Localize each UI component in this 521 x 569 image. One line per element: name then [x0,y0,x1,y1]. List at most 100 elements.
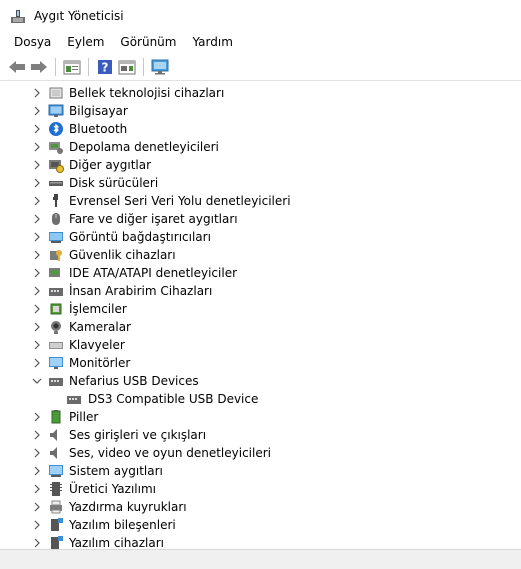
tree-item-label: Nefarius USB Devices [69,374,199,388]
toolbar-separator [88,57,89,76]
tree-item[interactable]: Klavyeler [6,336,515,354]
tree-item[interactable]: Bluetooth [6,120,515,138]
disk-drive-icon [49,181,63,186]
chevron-right-icon[interactable] [32,538,42,548]
menu-dosya[interactable]: Dosya [6,35,59,49]
menu-yardim[interactable]: Yardım [184,35,240,49]
usb-controller-icon [53,194,58,207]
chevron-right-icon[interactable] [32,142,42,152]
tree-item[interactable]: Bilgisayar [6,102,515,120]
tree-item-label: Evrensel Seri Veri Yolu denetleyicileri [69,194,291,208]
scan-hardware-button[interactable] [149,56,171,78]
print-queue-icon [50,500,62,514]
properties-icon [63,60,81,74]
chevron-right-icon[interactable] [32,466,42,476]
chevron-right-icon[interactable] [32,160,42,170]
tree-item-label: Görüntü bağdaştırıcıları [69,230,211,244]
chevron-right-icon[interactable] [32,484,42,494]
keyboard-icon [49,342,63,349]
chevron-right-icon[interactable] [32,304,42,314]
menu-bar: Dosya Eylem Görünüm Yardım [0,31,521,53]
tree-item-label: Disk sürücüleri [69,176,159,190]
tree-item[interactable]: Disk sürücüleri [6,174,515,192]
tree-item[interactable]: Yazılım cihazları [6,534,515,549]
title-bar: Aygıt Yöneticisi [0,0,521,31]
chevron-right-icon[interactable] [32,214,42,224]
back-icon [9,60,25,73]
menu-gorunum[interactable]: Görünüm [112,35,184,49]
tree-item[interactable]: Depolama denetleyicileri [6,138,515,156]
toolbar-separator [55,57,56,76]
processor-icon [50,303,62,315]
chevron-right-icon[interactable] [32,502,42,512]
tree-item[interactable]: Yazdırma kuyrukları [6,498,515,516]
sound-video-icon [50,447,57,459]
tree-child-item[interactable]: DS3 Compatible USB Device [6,390,515,408]
tree-item[interactable]: İşlemciler [6,300,515,318]
tree-item[interactable]: Güvenlik cihazları [6,246,515,264]
tree-item[interactable]: Monitörler [6,354,515,372]
back-button[interactable] [6,56,28,78]
update-driver-button[interactable] [116,56,138,78]
scroll-area [515,81,521,549]
tree-item[interactable]: Ses, video ve oyun denetleyicileri [6,444,515,462]
tree-item[interactable]: Sistem aygıtları [6,462,515,480]
tree-item[interactable]: Nefarius USB Devices [6,372,515,390]
usb-device-category-icon [49,378,63,386]
chevron-right-icon[interactable] [32,412,42,422]
tree-item[interactable]: Kameralar [6,318,515,336]
tree-item-label: Ses, video ve oyun denetleyicileri [69,446,272,460]
chevron-right-icon[interactable] [32,322,42,332]
menu-eylem[interactable]: Eylem [59,35,112,49]
tree-item-label: Ses girişleri ve çıkışları [69,428,207,442]
tree-item[interactable]: Bellek teknolojisi cihazları [6,84,515,102]
tree-item-label: Üretici Yazılımı [69,482,156,496]
tree-item-label: Monitörler [69,356,131,370]
security-device-icon [50,250,62,261]
tree-item[interactable]: Evrensel Seri Veri Yolu denetleyicileri [6,192,515,210]
usb-device-icon [67,396,81,404]
forward-button[interactable] [28,56,50,78]
tree-item-label: Güvenlik cihazları [69,248,176,262]
tree-item[interactable]: Ses girişleri ve çıkışları [6,426,515,444]
tree-item-label: Sistem aygıtları [69,464,163,478]
chevron-right-icon[interactable] [32,340,42,350]
memory-device-icon [49,87,63,99]
chevron-right-icon[interactable] [32,520,42,530]
chevron-right-icon[interactable] [32,268,42,278]
tree-item[interactable]: Piller [6,408,515,426]
tree-item-label: Bellek teknolojisi cihazları [69,86,225,100]
chevron-right-icon[interactable] [32,286,42,296]
chevron-right-icon[interactable] [32,430,42,440]
chevron-right-icon[interactable] [32,232,42,242]
chevron-right-icon[interactable] [32,88,42,98]
tree-item-label: Yazdırma kuyrukları [69,500,187,514]
battery-icon [51,410,61,424]
tree-item[interactable]: Yazılım bileşenleri [6,516,515,534]
tree-item[interactable]: İnsan Arabirim Cihazları [6,282,515,300]
tree-item-label: Bluetooth [69,122,128,136]
tree-item[interactable]: Üretici Yazılımı [6,480,515,498]
chevron-right-icon[interactable] [32,106,42,116]
help-button[interactable]: ? [94,56,116,78]
camera-icon [51,321,61,334]
chevron-right-icon[interactable] [32,196,42,206]
chevron-right-icon[interactable] [32,250,42,260]
bluetooth-icon [49,122,63,136]
tree-item-label: Kameralar [69,320,131,334]
system-devices-icon [49,465,63,477]
forward-icon [31,60,47,73]
chevron-right-icon[interactable] [32,178,42,188]
chevron-right-icon[interactable] [32,448,42,458]
chevron-right-icon[interactable] [32,124,42,134]
tree-item[interactable]: IDE ATA/ATAPI denetleyiciler [6,264,515,282]
chevron-right-icon[interactable] [32,358,42,368]
properties-button[interactable] [61,56,83,78]
tree-item-label: DS3 Compatible USB Device [88,392,259,406]
device-tree-pane[interactable]: Bellek teknolojisi cihazları Bilgisayar Bl… [6,81,515,549]
tree-item[interactable]: Diğer aygıtlar [6,156,515,174]
chevron-down-icon[interactable] [32,376,42,386]
tree-item[interactable]: Görüntü bağdaştırıcıları [6,228,515,246]
tree-item-label: Klavyeler [69,338,125,352]
tree-item[interactable]: Fare ve diğer işaret aygıtları [6,210,515,228]
